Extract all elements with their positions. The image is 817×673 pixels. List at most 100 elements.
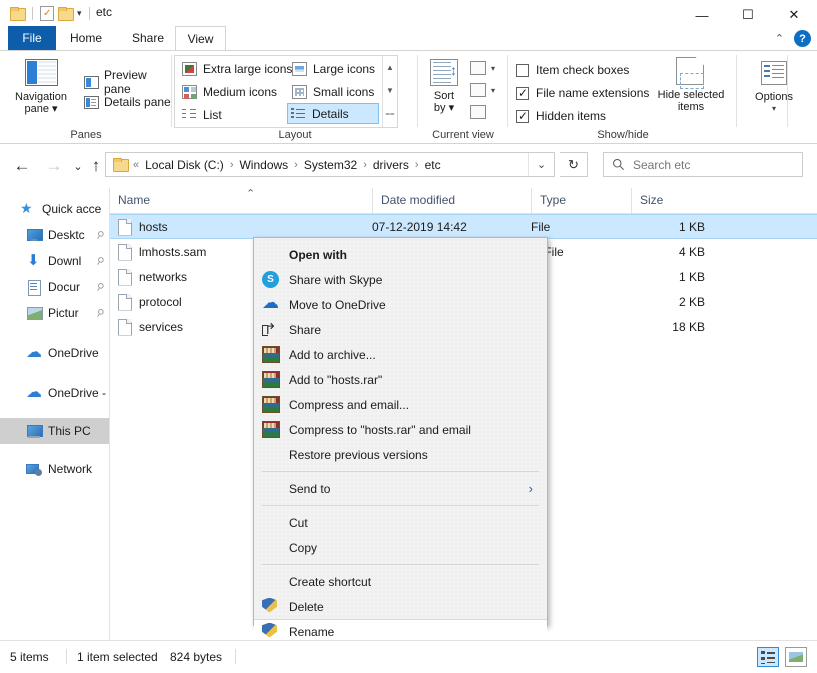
sidebar-item-this-pc[interactable]: This PC: [0, 418, 109, 444]
layout-scroll-expand-icon[interactable]: ⩵: [383, 102, 397, 125]
group-by-caret-icon[interactable]: ▾: [491, 86, 495, 95]
tab-view[interactable]: View: [175, 26, 226, 51]
options-caret-icon[interactable]: ▾: [772, 103, 776, 115]
menu-item-move-to-onedrive[interactable]: Move to OneDrive: [254, 292, 547, 317]
menu-item-delete[interactable]: Delete: [254, 594, 547, 619]
menu-item-share-with-skype[interactable]: S Share with Skype: [254, 267, 547, 292]
pin-icon[interactable]: ⚲: [93, 228, 105, 241]
sidebar-item-documents[interactable]: Docur ⚲: [0, 274, 109, 300]
menu-item-compress-to-hosts-rar-and-email[interactable]: Compress to "hosts.rar" and email: [254, 417, 547, 442]
file-name-cell[interactable]: services: [118, 318, 183, 335]
breadcrumb-system32[interactable]: System32: [303, 158, 358, 172]
menu-item-send-to[interactable]: Send to ›: [254, 476, 547, 501]
menu-item-restore-previous-versions[interactable]: Restore previous versions: [254, 442, 547, 467]
breadcrumb-sep-icon[interactable]: ›: [358, 159, 372, 171]
table-row[interactable]: hosts 07-12-2019 14:42 File 1 KB: [110, 214, 817, 239]
layout-large-icons[interactable]: Large icons: [289, 58, 378, 79]
address-bar[interactable]: « Local Disk (C:) › Windows › System32 ›…: [105, 152, 555, 177]
options-button[interactable]: Options ▾: [746, 61, 802, 115]
layout-scroll-up-icon[interactable]: ▲: [383, 56, 397, 79]
layout-gallery-scrollbar[interactable]: ▲ ▼ ⩵: [382, 56, 397, 127]
new-folder-icon[interactable]: [58, 6, 74, 21]
group-by-icon: [470, 83, 486, 97]
layout-list[interactable]: List: [179, 104, 225, 125]
window-title: etc: [96, 5, 113, 19]
navigation-pane: Quick acce Desktc ⚲ Downl ⚲ Docur ⚲ Pict…: [0, 188, 110, 640]
file-name-cell[interactable]: protocol: [118, 293, 182, 310]
customize-qat-caret-icon[interactable]: ▾: [77, 6, 82, 20]
column-header-date-modified[interactable]: Date modified: [372, 188, 531, 213]
breadcrumb-overflow-icon[interactable]: «: [128, 159, 144, 171]
properties-icon[interactable]: ✓: [40, 5, 54, 21]
layout-medium-icons[interactable]: Medium icons: [179, 81, 280, 102]
pin-icon[interactable]: ⚲: [93, 306, 105, 319]
layout-scroll-down-icon[interactable]: ▼: [383, 79, 397, 102]
layout-label: List: [203, 107, 222, 122]
group-label-current-view: Current view: [432, 129, 494, 141]
search-box[interactable]: Search etc: [603, 152, 803, 177]
breadcrumb-sep-icon[interactable]: ›: [225, 159, 239, 171]
breadcrumb-windows[interactable]: Windows: [238, 158, 289, 172]
sidebar-item-downloads[interactable]: Downl ⚲: [0, 248, 109, 274]
sidebar-item-pictures[interactable]: Pictur ⚲: [0, 300, 109, 326]
tab-file[interactable]: File: [8, 26, 56, 51]
sidebar-item-onedrive-business[interactable]: OneDrive -: [0, 380, 109, 406]
sort-by-button[interactable]: Sort by ▾: [420, 59, 468, 114]
forward-button[interactable]: →: [42, 154, 66, 178]
menu-item-open-with[interactable]: Open with: [254, 242, 547, 267]
file-name-cell[interactable]: networks: [118, 268, 187, 285]
checkbox-checked-icon: [516, 109, 529, 123]
add-columns-button[interactable]: ▾: [470, 61, 495, 75]
details-pane-button[interactable]: Details pane: [84, 95, 171, 109]
back-button[interactable]: ←: [10, 154, 34, 178]
breadcrumb-sep-icon[interactable]: ›: [410, 159, 424, 171]
menu-item-share[interactable]: Share: [254, 317, 547, 342]
ribbon-group-layout: Extra large icons Large icons Medium ico…: [172, 51, 418, 143]
sidebar-item-network[interactable]: Network: [0, 456, 109, 482]
add-columns-caret-icon[interactable]: ▾: [491, 64, 495, 73]
sidebar-item-onedrive[interactable]: OneDrive: [0, 340, 109, 366]
menu-item-create-shortcut[interactable]: Create shortcut: [254, 569, 547, 594]
file-name-extensions-checkbox[interactable]: File name extensions: [516, 86, 649, 100]
pin-icon[interactable]: ⚲: [93, 254, 105, 267]
group-by-button[interactable]: ▾: [470, 83, 495, 97]
breadcrumb-sep-icon[interactable]: ›: [289, 159, 303, 171]
hide-selected-items-button[interactable]: Hide selected items: [646, 57, 736, 113]
column-header-name[interactable]: Name ⌃: [110, 188, 372, 213]
menu-item-compress-and-email[interactable]: Compress and email...: [254, 392, 547, 417]
menu-item-cut[interactable]: Cut: [254, 510, 547, 535]
folder-icon[interactable]: [10, 6, 26, 21]
pin-icon[interactable]: ⚲: [93, 280, 105, 293]
menu-item-copy[interactable]: Copy: [254, 535, 547, 560]
file-name-cell[interactable]: lmhosts.sam: [118, 243, 206, 260]
size-all-columns-button[interactable]: [470, 105, 486, 119]
status-selection: 1 item selected: [77, 650, 158, 664]
help-button[interactable]: ?: [794, 30, 811, 47]
quick-access-toolbar: ✓ ▾: [10, 4, 93, 22]
collapse-ribbon-icon[interactable]: ⌃: [775, 32, 784, 45]
preview-pane-button[interactable]: Preview pane: [84, 68, 172, 96]
breadcrumb-etc[interactable]: etc: [424, 158, 442, 172]
tab-share[interactable]: Share: [118, 26, 178, 51]
layout-details[interactable]: Details: [287, 103, 379, 124]
hidden-items-checkbox[interactable]: Hidden items: [516, 109, 606, 123]
layout-small-icons[interactable]: Small icons: [289, 81, 377, 102]
details-view-toggle[interactable]: [757, 647, 779, 667]
refresh-button[interactable]: ↻: [560, 152, 588, 177]
column-header-size[interactable]: Size: [631, 188, 741, 213]
sidebar-item-desktop[interactable]: Desktc ⚲: [0, 222, 109, 248]
thumbnail-view-toggle[interactable]: [785, 647, 807, 667]
tab-home[interactable]: Home: [56, 26, 116, 51]
menu-item-add-to-archive[interactable]: Add to archive...: [254, 342, 547, 367]
sidebar-item-quick-access[interactable]: Quick acce: [0, 196, 109, 222]
breadcrumb-local-disk[interactable]: Local Disk (C:): [144, 158, 225, 172]
navigation-pane-button[interactable]: Navigation pane ▾: [4, 59, 78, 115]
status-divider-1: [66, 649, 67, 664]
menu-item-add-to-hosts-rar[interactable]: Add to "hosts.rar": [254, 367, 547, 392]
address-dropdown-icon[interactable]: ⌄: [528, 153, 554, 176]
item-check-boxes-checkbox[interactable]: Item check boxes: [516, 63, 629, 77]
layout-extra-large-icons[interactable]: Extra large icons: [179, 58, 295, 79]
file-name-cell[interactable]: hosts: [118, 218, 168, 235]
breadcrumb-drivers[interactable]: drivers: [372, 158, 410, 172]
column-header-type[interactable]: Type: [531, 188, 631, 213]
